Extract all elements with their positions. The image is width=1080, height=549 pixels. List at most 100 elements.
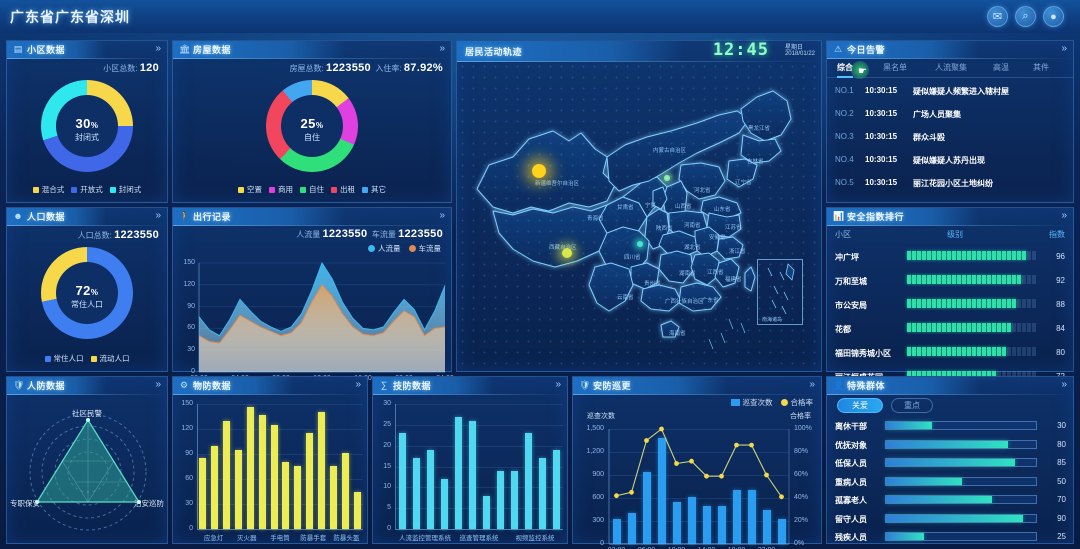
gridline bbox=[395, 445, 563, 447]
rank-row[interactable]: 花都 84 bbox=[827, 316, 1073, 340]
alert-tab-2[interactable]: 人流聚集 bbox=[935, 62, 967, 73]
special-group-row: 留守人员 90 bbox=[827, 509, 1073, 528]
level-block bbox=[1017, 275, 1021, 284]
panel-header: 📊 安全指数排行 » bbox=[827, 208, 1073, 226]
level-block bbox=[972, 347, 976, 356]
alert-row[interactable]: NO.3 10:30:15 群众斗殴 bbox=[827, 125, 1073, 148]
rank-row[interactable]: 冲广坪 96 bbox=[827, 244, 1073, 268]
group-bar-track bbox=[885, 532, 1037, 541]
y-axis-tick: 20 bbox=[383, 441, 391, 449]
expand-button[interactable]: » bbox=[155, 210, 161, 222]
level-block bbox=[1017, 299, 1021, 308]
x-axis-line bbox=[197, 529, 363, 530]
alert-tab-3[interactable]: 高温 bbox=[993, 62, 1009, 73]
level-block bbox=[942, 299, 946, 308]
patrol-line-svg bbox=[608, 426, 790, 545]
marker-sichuan[interactable] bbox=[637, 241, 643, 247]
group-value: 85 bbox=[1057, 458, 1066, 467]
group-bar-track bbox=[885, 439, 1037, 449]
rank-value: 92 bbox=[1056, 276, 1065, 285]
panel-title: 技防数据 bbox=[393, 381, 432, 391]
message-icon[interactable]: ✉ bbox=[987, 6, 1008, 27]
province-label: 四川省 bbox=[624, 255, 641, 261]
expand-button[interactable]: » bbox=[439, 210, 445, 222]
level-block bbox=[912, 347, 916, 356]
legend-item: 封闭式 bbox=[109, 184, 141, 195]
special-group-filter-1[interactable]: 重点 bbox=[891, 398, 933, 413]
panel-header: 🛡 安防巡更 » bbox=[573, 377, 821, 395]
legend-swatch bbox=[362, 186, 368, 193]
special-group-row: 优抚对象 80 bbox=[827, 435, 1073, 454]
panel-title: 房屋数据 bbox=[193, 45, 232, 55]
special-groups-filter-buttons[interactable]: 关爱 重点 bbox=[827, 394, 1073, 416]
level-block bbox=[1007, 275, 1011, 284]
marker-north[interactable] bbox=[664, 175, 670, 181]
level-block bbox=[997, 275, 1001, 284]
x-axis-category: 防暴头盔 bbox=[333, 535, 360, 542]
expand-button[interactable]: » bbox=[1061, 379, 1067, 391]
alert-tab-4[interactable]: 其件 bbox=[1033, 62, 1049, 73]
rank-row[interactable]: 万和至城 92 bbox=[827, 268, 1073, 292]
alert-row[interactable]: NO.1 10:30:15 疑似嫌疑人频繁进入辖村屋 bbox=[827, 79, 1073, 102]
alert-list: NO.1 10:30:15 疑似嫌疑人频繁进入辖村屋 NO.2 10:30:15 广场人员… bbox=[827, 79, 1073, 202]
group-value: 30 bbox=[1057, 421, 1066, 430]
panel-body: 小区 级别 指数 冲广坪96万和至城92市公安局88花都84福田锦秀城小区80丽… bbox=[827, 225, 1073, 382]
level-block bbox=[962, 323, 966, 332]
panel-title: 人防数据 bbox=[27, 381, 66, 391]
legend-dot bbox=[408, 245, 416, 252]
expand-button[interactable]: » bbox=[809, 379, 815, 391]
level-block bbox=[1022, 347, 1026, 356]
legend-label: 空置 bbox=[247, 185, 262, 194]
expand-button[interactable]: » bbox=[155, 43, 161, 55]
user-avatar-icon[interactable]: ● bbox=[1043, 6, 1064, 27]
rank-row[interactable]: 福田锦秀城小区 80 bbox=[827, 340, 1073, 364]
bar bbox=[538, 458, 546, 529]
panel-header: ∑ 技防数据 » bbox=[373, 377, 567, 395]
alert-tab-1[interactable]: 黑名单 bbox=[883, 62, 907, 73]
group-name: 孤寡老人 bbox=[835, 496, 867, 505]
level-block bbox=[912, 251, 916, 260]
alert-row[interactable]: NO.2 10:30:15 广场人员聚集 bbox=[827, 102, 1073, 125]
rank-table-header: 小区 级别 指数 bbox=[827, 225, 1073, 244]
province-label: 吉林省 bbox=[747, 159, 764, 165]
panel-safety-ranking: 📊 安全指数排行 » 小区 级别 指数 冲广坪 96 万和至城 92 市公安局 88 花都 8… bbox=[826, 207, 1074, 382]
marker-xinjiang[interactable] bbox=[532, 164, 546, 178]
x-axis-category: 人流监控管理系统 bbox=[399, 535, 451, 542]
level-block bbox=[907, 347, 911, 356]
expand-button[interactable]: » bbox=[439, 43, 445, 55]
alert-row[interactable]: NO.4 10:30:15 疑似嫌疑人苏丹出现 bbox=[827, 148, 1073, 171]
expand-button[interactable]: » bbox=[1061, 210, 1067, 222]
legend-item: 常住人口 bbox=[44, 353, 84, 364]
search-icon[interactable]: ⌕ bbox=[1015, 6, 1036, 27]
expand-button[interactable]: » bbox=[155, 379, 161, 391]
patrol-left-axis-title: 巡查次数 bbox=[587, 413, 615, 420]
expand-button[interactable]: » bbox=[1061, 43, 1067, 55]
map-container[interactable]: 新疆维吾尔自治区 内蒙古自治区 黑龙江省 吉林省 辽宁省 青海省 甘肃省 宁夏 山西省 河北省 山东… bbox=[457, 61, 821, 371]
radar-axis-0: 社区民警 bbox=[72, 409, 102, 418]
rank-name: 福田锦秀城小区 bbox=[835, 349, 891, 358]
level-block bbox=[992, 323, 996, 332]
special-group-row: 低保人员 85 bbox=[827, 453, 1073, 472]
rank-row[interactable]: 市公安局 88 bbox=[827, 292, 1073, 316]
alert-row[interactable]: NO.5 10:30:15 丽江花园小区土地纠纷 bbox=[827, 171, 1073, 194]
panel-header: ▤ 小区数据 » bbox=[7, 41, 167, 59]
house-total-label: 房屋总数: bbox=[289, 64, 324, 73]
china-map[interactable]: 新疆维吾尔自治区 内蒙古自治区 黑龙江省 吉林省 辽宁省 青海省 甘肃省 宁夏 山西省 河北省 山东… bbox=[457, 61, 821, 371]
province-label: 辽宁省 bbox=[735, 180, 752, 186]
chart-icon: 📊 bbox=[833, 211, 845, 221]
expand-button[interactable]: » bbox=[355, 379, 361, 391]
panel-material-defense: ⚙ 物防数据 » 0 30 60 90 120 150 应急灯 灭火器 手电筒 防暴手套 防暴头盔 bbox=[172, 376, 368, 544]
alert-no: NO.3 bbox=[835, 132, 854, 141]
stat-value: 1223550 bbox=[114, 229, 159, 241]
alert-text: 丽江花园小区土地纠纷 bbox=[913, 179, 993, 188]
level-block bbox=[932, 347, 936, 356]
province-label: 江西省 bbox=[707, 270, 724, 276]
donut-center-sub: 常住人口 bbox=[71, 300, 103, 309]
gridline bbox=[197, 454, 363, 455]
expand-button[interactable]: » bbox=[555, 379, 561, 391]
marker-tibet[interactable] bbox=[562, 248, 572, 258]
legend-item: 开放式 bbox=[71, 184, 103, 195]
level-block bbox=[987, 347, 991, 356]
special-group-filter-0[interactable]: 关爱 bbox=[837, 398, 883, 413]
special-groups-list: 离休干部 30 优抚对象 80 低保人员 85 重病人员 50 孤寡老人 70 留守人员 90 残疾人员… bbox=[827, 416, 1073, 543]
